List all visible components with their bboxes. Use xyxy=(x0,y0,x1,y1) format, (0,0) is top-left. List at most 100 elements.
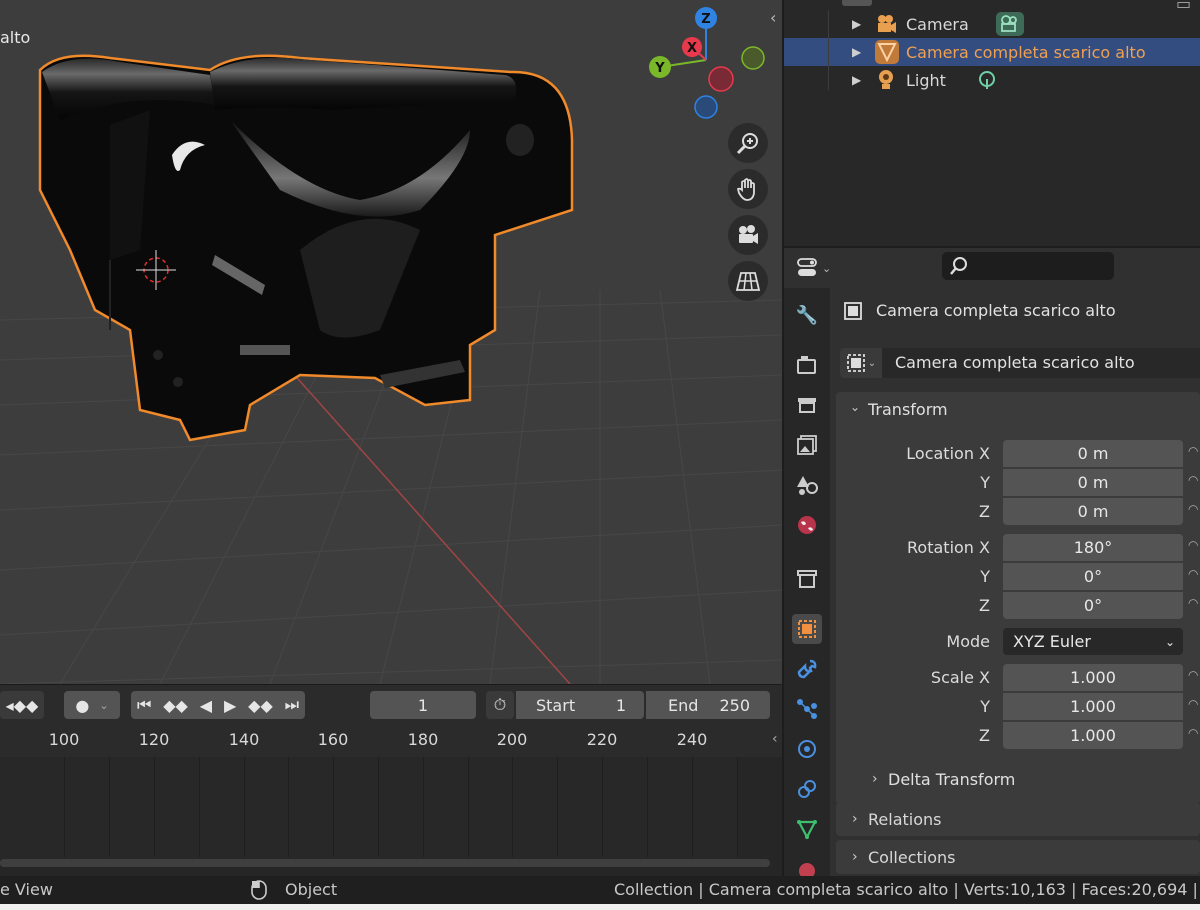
relations-panel[interactable]: › Relations xyxy=(836,802,1200,836)
frame-ruler[interactable]: 100 120 140 160 180 200 220 240 ‹ xyxy=(0,723,782,757)
keyframe-toggle-icon[interactable]: ◠ xyxy=(1188,473,1200,487)
jump-end-icon[interactable]: ⏭ xyxy=(285,695,299,715)
location-z-field[interactable]: 0 m xyxy=(1003,498,1183,525)
properties-editor-icon xyxy=(797,258,817,276)
browse-object-dropdown[interactable]: ⌄ xyxy=(840,348,882,378)
perspective-toggle-button[interactable] xyxy=(728,261,768,301)
rotation-mode-select[interactable]: XYZ Euler ⌄ xyxy=(1003,628,1183,655)
chevron-left-icon[interactable]: ‹ xyxy=(770,8,776,27)
transform-panel-title[interactable]: Transform xyxy=(868,400,948,419)
tab-constraints[interactable] xyxy=(792,774,822,804)
next-keyframe-icon[interactable]: ◆◆ xyxy=(248,696,273,715)
tab-collection[interactable] xyxy=(792,564,822,594)
constraint-icon xyxy=(798,780,816,798)
expand-arrow-icon[interactable]: ▶ xyxy=(852,73,861,87)
light-data-icon[interactable] xyxy=(976,69,998,91)
tab-physics[interactable] xyxy=(792,734,822,764)
tab-world[interactable] xyxy=(792,510,822,540)
scale-z-field[interactable]: 1.000 xyxy=(1003,722,1183,749)
tab-output[interactable] xyxy=(792,390,822,420)
keyframe-toggle-icon[interactable]: ◠ xyxy=(1188,567,1200,581)
prev-keyframe-icon[interactable]: ◆◆ xyxy=(163,696,188,715)
selected-mesh-object[interactable] xyxy=(38,54,574,442)
outliner[interactable]: ▭ ▶ Camera ▶ Camera completa scarico alt… xyxy=(784,0,1200,246)
search-icon xyxy=(950,257,967,275)
scale-z-label: Z xyxy=(979,726,990,745)
keyframe-toggle-icon[interactable]: ◠ xyxy=(1188,538,1200,552)
keyframe-toggle-icon[interactable]: ◠ xyxy=(1188,596,1200,610)
world-icon xyxy=(798,516,816,534)
outliner-item-camera[interactable]: ▶ Camera xyxy=(784,10,1200,38)
outliner-item-light[interactable]: ▶ Light xyxy=(784,66,1200,94)
grid-line xyxy=(692,757,693,857)
outliner-item-camera-completa[interactable]: ▶ Camera completa scarico alto xyxy=(784,38,1200,66)
navigation-gizmo[interactable]: Z Y X xyxy=(649,7,765,119)
timeline-scrollbar[interactable] xyxy=(0,859,770,867)
jump-start-icon[interactable]: ⏮ xyxy=(137,695,151,715)
grid-line xyxy=(647,757,648,857)
scale-y-field[interactable]: 1.000 xyxy=(1003,693,1183,720)
current-frame-field[interactable]: 1 xyxy=(370,691,476,719)
properties-editor[interactable]: ⌄ 🔧 Camera completa scarico alto ⌄ Camer… xyxy=(784,248,1200,876)
rotation-z-field[interactable]: 0° xyxy=(1003,592,1183,619)
object-icon xyxy=(798,620,816,638)
playback-controls[interactable]: ⏮ ◆◆ ◀ ▶ ◆◆ ⏭ xyxy=(131,691,305,719)
collections-panel[interactable]: › Collections xyxy=(836,840,1200,874)
status-left-hint: e View xyxy=(0,880,53,899)
end-frame-field[interactable]: End 250 xyxy=(646,691,770,719)
tab-particles[interactable] xyxy=(792,694,822,724)
timeline-editor[interactable]: ◂◆◆ ● ⌄ ⏮ ◆◆ ◀ ▶ ◆◆ ⏭ 1 ⏱ Start 1 End 250… xyxy=(0,684,782,876)
zoom-button[interactable] xyxy=(728,123,768,163)
keyframe-toggle-icon[interactable]: ◠ xyxy=(1188,502,1200,516)
property-search-input[interactable] xyxy=(942,252,1114,280)
tab-tool[interactable]: 🔧 xyxy=(792,300,822,330)
grid-line xyxy=(109,757,110,857)
record-button[interactable]: ● ⌄ xyxy=(64,691,120,719)
tab-object[interactable] xyxy=(792,614,822,644)
editor-type-dropdown[interactable]: ⌄ xyxy=(796,254,842,282)
transform-panel: ⌄ Transform Location X Y Z 0 m 0 m 0 m R… xyxy=(836,392,1200,804)
play-reverse-icon[interactable]: ◀ xyxy=(200,696,212,715)
scale-x-field[interactable]: 1.000 xyxy=(1003,664,1183,691)
grid-line xyxy=(244,757,245,857)
rotation-x-field[interactable]: 180° xyxy=(1003,534,1183,561)
viewport-scene[interactable]: Z Y X xyxy=(0,0,782,684)
tab-view-layer[interactable] xyxy=(792,430,822,460)
keyframe-toggle-icon[interactable]: ◠ xyxy=(1188,726,1200,740)
location-y-field[interactable]: 0 m xyxy=(1003,469,1183,496)
grid-line xyxy=(333,757,334,857)
rotation-z-label: Z xyxy=(979,596,990,615)
pan-button[interactable] xyxy=(728,169,768,209)
keyframe-nav-icon[interactable]: ◂◆◆ xyxy=(0,691,44,719)
location-x-field[interactable]: 0 m xyxy=(1003,440,1183,467)
location-z-label: Z xyxy=(979,502,990,521)
keyframe-toggle-icon[interactable]: ◠ xyxy=(1188,697,1200,711)
tab-scene[interactable] xyxy=(792,470,822,500)
keyframe-toggle-icon[interactable]: ◠ xyxy=(1188,668,1200,682)
chevron-left-icon[interactable]: ‹ xyxy=(772,731,778,747)
3d-viewport[interactable]: Z Y X alto ‹ xyxy=(0,0,782,684)
gizmo-z-label: Z xyxy=(701,12,710,27)
wrench-icon xyxy=(797,659,817,679)
datablock-name-input[interactable]: Camera completa scarico alto xyxy=(895,353,1135,372)
camera-object-icon xyxy=(878,15,896,33)
rotation-y-field[interactable]: 0° xyxy=(1003,563,1183,590)
tab-object-data[interactable] xyxy=(792,814,822,844)
stopwatch-icon[interactable]: ⏱ xyxy=(486,691,514,719)
object-datablock-field[interactable]: ⌄ Camera completa scarico alto xyxy=(840,348,1200,378)
expand-arrow-icon[interactable]: ▶ xyxy=(852,45,861,59)
rotation-x-label: Rotation X xyxy=(907,538,990,557)
delta-transform-subpanel[interactable]: Delta Transform xyxy=(888,770,1015,789)
keyframe-area[interactable] xyxy=(0,757,738,867)
expand-arrow-icon[interactable]: ▶ xyxy=(852,17,861,31)
chevron-down-icon[interactable]: ⌄ xyxy=(850,400,860,414)
camera-view-button[interactable] xyxy=(728,215,768,255)
tab-render[interactable] xyxy=(792,350,822,380)
tab-material[interactable] xyxy=(792,854,822,876)
chevron-right-icon[interactable]: › xyxy=(872,771,878,787)
tab-modifiers[interactable] xyxy=(792,654,822,684)
camera-data-icon[interactable] xyxy=(994,10,1026,38)
keyframe-toggle-icon[interactable]: ◠ xyxy=(1188,444,1200,458)
play-icon[interactable]: ▶ xyxy=(224,696,236,715)
start-frame-field[interactable]: Start 1 xyxy=(516,691,644,719)
